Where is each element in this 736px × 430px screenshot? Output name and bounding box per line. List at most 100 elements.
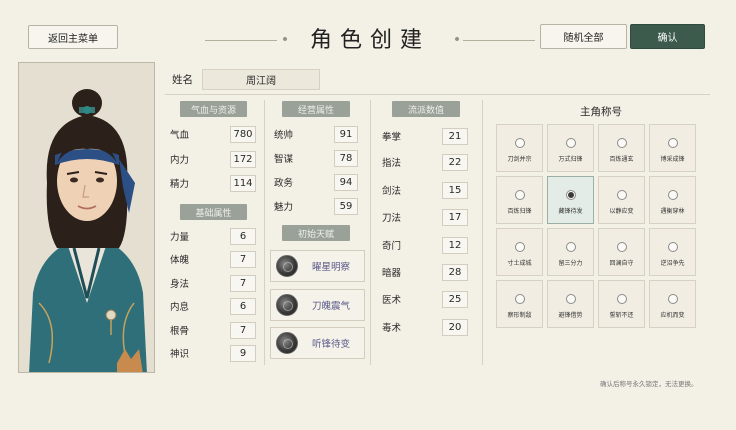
stat-value: 28 [442, 263, 468, 281]
talent-card[interactable]: 曜星明察 [270, 250, 365, 282]
stat-row-base-1: 体魄 7 [170, 250, 256, 268]
stat-value: 91 [334, 125, 358, 143]
title-option[interactable]: 留三分力 [547, 228, 594, 276]
talent-orb-icon [276, 294, 298, 316]
radio-button[interactable] [616, 138, 627, 148]
stat-label: 毒术 [382, 323, 402, 334]
stat-label: 剑法 [382, 186, 402, 197]
radio-button[interactable] [667, 138, 678, 148]
radio-button[interactable] [616, 294, 627, 304]
talent-card[interactable]: 听锋待变 [270, 327, 365, 359]
protagonist-title-heading: 主角称号 [580, 106, 622, 118]
page-title-area: 角色创建 [205, 22, 535, 53]
stat-value: 15 [442, 181, 468, 199]
radio-button[interactable] [667, 242, 678, 252]
radio-button[interactable] [667, 294, 678, 304]
stat-value: 172 [230, 150, 256, 168]
confirm-button[interactable]: 确认 [630, 24, 705, 49]
title-option[interactable]: 百炼通玄 [598, 124, 645, 172]
stat-row-manage-0: 统帅 91 [274, 125, 358, 143]
title-option[interactable]: 刀剑并宗 [496, 124, 543, 172]
radio-button[interactable] [565, 190, 576, 200]
stat-value: 78 [334, 149, 358, 167]
radio-button[interactable] [514, 294, 525, 304]
randomize-all-button[interactable]: 随机全部 [540, 24, 627, 49]
stat-label: 刀法 [382, 213, 402, 224]
talent-card[interactable]: 刀魄震气 [270, 289, 365, 321]
title-option-label: 避锋借势 [558, 312, 583, 319]
stat-value: 114 [230, 174, 256, 192]
stat-row-school-2: 剑法 15 [382, 181, 468, 199]
vital-resources-header: 气血与资源 [180, 101, 247, 117]
stat-value: 9 [230, 344, 256, 362]
title-option-label: 以静应变 [609, 208, 634, 215]
stat-row-base-2: 身法 7 [170, 274, 256, 292]
name-field[interactable]: 周江阔 [202, 69, 320, 90]
radio-button[interactable] [514, 138, 525, 148]
stat-row-school-6: 医术 25 [382, 290, 468, 308]
talent-name: 刀魄震气 [311, 301, 350, 312]
title-option[interactable]: 遇衡穿林 [649, 176, 696, 224]
stat-label: 内力 [170, 155, 190, 166]
title-option[interactable]: 以静应变 [598, 176, 645, 224]
title-option[interactable]: 博采成锋 [649, 124, 696, 172]
radio-button[interactable] [565, 294, 576, 304]
radio-button[interactable] [565, 138, 576, 148]
stat-label: 根骨 [170, 326, 190, 337]
stat-row-vital-2: 精力 114 [170, 174, 256, 192]
stat-label: 力量 [170, 232, 190, 243]
title-option[interactable]: 察形制敌 [496, 280, 543, 328]
radio-button[interactable] [667, 190, 678, 200]
stat-value: 7 [230, 321, 256, 339]
title-option-label: 逆沼争先 [660, 260, 685, 267]
stat-label: 指法 [382, 158, 402, 169]
talent-orb-icon [276, 255, 298, 277]
title-option-label: 留三分力 [558, 260, 583, 267]
character-portrait [18, 62, 155, 373]
radio-button[interactable] [514, 190, 525, 200]
stat-label: 政务 [274, 178, 294, 189]
title-option[interactable]: 藏锋待发 [547, 176, 594, 224]
stat-row-school-3: 刀法 17 [382, 208, 468, 226]
stat-value: 21 [442, 127, 468, 145]
title-option-label: 博采成锋 [660, 156, 685, 163]
title-option[interactable]: 避锋借势 [547, 280, 594, 328]
stat-value: 17 [442, 208, 468, 226]
radio-button[interactable] [616, 242, 627, 252]
title-option[interactable]: 寸土成城 [496, 228, 543, 276]
stat-value: 780 [230, 125, 256, 143]
stat-row-school-1: 指法 22 [382, 153, 468, 171]
radio-button[interactable] [565, 242, 576, 252]
title-option[interactable]: 百炼归锋 [496, 176, 543, 224]
stat-label: 身法 [170, 279, 190, 290]
stat-row-base-5: 神识 9 [170, 344, 256, 362]
title-option-label: 遇衡穿林 [660, 208, 685, 215]
title-option[interactable]: 逆沼争先 [649, 228, 696, 276]
back-to-main-menu-button[interactable]: 返回主菜单 [28, 25, 118, 49]
title-option[interactable]: 回澜自守 [598, 228, 645, 276]
title-option-label: 应机而变 [660, 312, 685, 319]
title-option[interactable]: 万式归锋 [547, 124, 594, 172]
radio-button[interactable] [514, 242, 525, 252]
stat-label: 奇门 [382, 241, 402, 252]
column-divider-2 [370, 100, 371, 365]
stat-row-vital-1: 内力 172 [170, 150, 256, 168]
stat-row-school-0: 拳掌 21 [382, 127, 468, 145]
page-title: 角色创建 [309, 28, 430, 53]
stat-label: 拳掌 [382, 132, 402, 143]
stat-row-base-0: 力量 6 [170, 227, 256, 245]
radio-button[interactable] [616, 190, 627, 200]
stat-row-manage-2: 政务 94 [274, 173, 358, 191]
initial-talents-header: 初始天赋 [282, 225, 350, 241]
title-option-label: 察形制敌 [507, 312, 532, 319]
name-divider [165, 94, 710, 95]
stat-row-school-5: 暗器 28 [382, 263, 468, 281]
stat-value: 25 [442, 290, 468, 308]
title-option-label: 誓斩不还 [609, 312, 634, 319]
name-label: 姓名 [172, 74, 193, 86]
stat-value: 20 [442, 318, 468, 336]
stat-label: 神识 [170, 349, 190, 360]
title-option[interactable]: 应机而变 [649, 280, 696, 328]
stat-row-base-4: 根骨 7 [170, 321, 256, 339]
title-option[interactable]: 誓斩不还 [598, 280, 645, 328]
